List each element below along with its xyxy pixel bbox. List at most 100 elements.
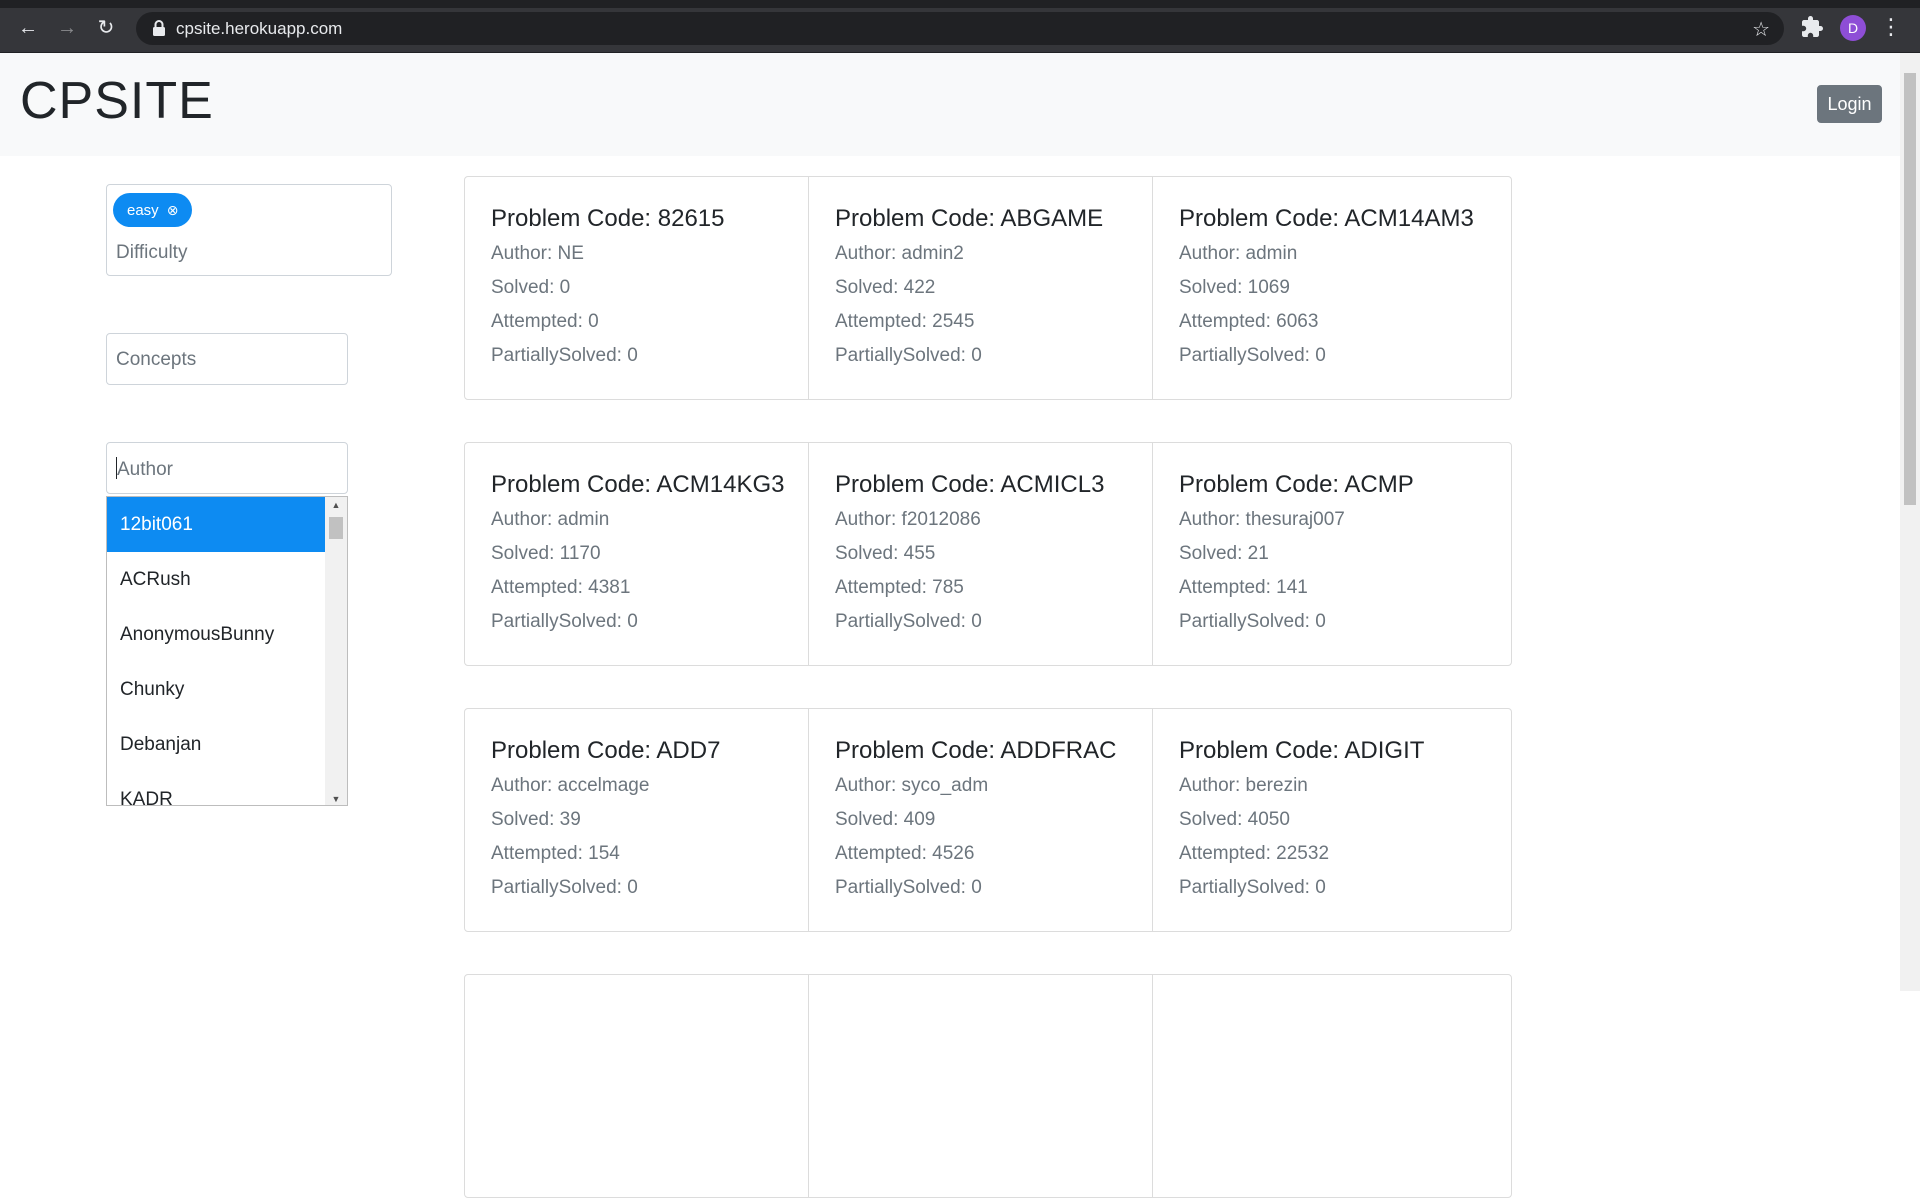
problem-card[interactable]: Problem Code: ADDFRAC Author: syco_adm Sol… (809, 709, 1153, 931)
problem-attempted: Attempted: 0 (491, 311, 808, 345)
problem-solved-label: Solved: (1179, 277, 1248, 298)
problem-code-title-label: Problem Code: (491, 205, 658, 232)
problem-card-partial[interactable] (1153, 975, 1511, 1197)
login-button[interactable]: Login (1817, 85, 1882, 123)
problem-card[interactable]: Problem Code: ADIGIT Author: berezin Solve… (1153, 709, 1511, 931)
problem-solved-value: 409 (903, 809, 936, 830)
problem-code-title-value: ABGAME (1000, 205, 1104, 232)
problem-partially-solved-label: PartiallySolved: (1179, 877, 1316, 898)
author-option[interactable]: KADR (107, 772, 325, 805)
dropdown-scrollbar[interactable]: ▲ ▼ (325, 497, 347, 805)
problem-solved-label: Solved: (491, 809, 560, 830)
author-option[interactable]: AnonymousBunny (107, 607, 325, 662)
problem-author-label: Author: (1179, 509, 1246, 530)
problem-author: Author: thesuraj007 (1179, 509, 1511, 543)
problem-author-value: NE (557, 243, 584, 264)
difficulty-filter[interactable]: easy ⊗ Difficulty (106, 184, 392, 276)
problem-attempted-value: 4381 (588, 577, 631, 598)
chip-close-icon[interactable]: ⊗ (167, 193, 179, 227)
menu-dots-icon[interactable]: ⋮ (1880, 13, 1902, 41)
author-input[interactable]: Author (106, 442, 348, 494)
difficulty-chip[interactable]: easy ⊗ (113, 193, 193, 227)
problem-code-title-label: Problem Code: (835, 737, 1001, 764)
problem-code-title-label: Problem Code: (1179, 471, 1345, 498)
problem-solved-value: 455 (903, 543, 936, 564)
problem-attempted-value: 785 (932, 577, 964, 598)
problem-partially-solved: PartiallySolved: 0 (1179, 345, 1511, 379)
problem-partially-solved-label: PartiallySolved: (491, 345, 628, 366)
problem-author: Author: admin2 (835, 243, 1152, 277)
site-brand[interactable]: CPSITE (20, 71, 214, 131)
problem-author-value: admin (557, 509, 610, 530)
scroll-up-icon[interactable]: ▲ (331, 500, 341, 510)
problem-author-label: Author: (1179, 243, 1246, 264)
problem-partially-solved: PartiallySolved: 0 (835, 611, 1152, 645)
problem-partially-solved-value: 0 (1315, 611, 1326, 632)
page-scrollbar-thumb[interactable] (1904, 73, 1916, 505)
author-option[interactable]: Chunky (107, 662, 325, 717)
problem-card[interactable]: Problem Code: 82615 Author: NE Solved: 0 At… (465, 177, 809, 399)
problem-partially-solved: PartiallySolved: 0 (835, 877, 1152, 911)
forward-icon[interactable]: → (53, 14, 81, 42)
problem-code-title: Problem Code: ABGAME (835, 205, 1152, 233)
problem-partially-solved-value: 0 (627, 345, 638, 366)
problem-partially-solved-value: 0 (971, 877, 982, 898)
problem-attempted-label: Attempted: (1179, 311, 1277, 332)
problem-card-partial[interactable] (465, 975, 809, 1197)
problem-partially-solved: PartiallySolved: 0 (491, 611, 808, 645)
problem-author-label: Author: (491, 243, 558, 264)
problem-partially-solved: PartiallySolved: 0 (835, 345, 1152, 379)
difficulty-chip-label: easy (127, 202, 159, 219)
problem-attempted-label: Attempted: (1179, 577, 1277, 598)
profile-avatar[interactable]: D (1840, 15, 1866, 41)
problem-code-title-label: Problem Code: (1179, 205, 1345, 232)
problem-code-title-label: Problem Code: (491, 471, 657, 498)
problem-attempted-label: Attempted: (491, 843, 589, 864)
problem-partially-solved: PartiallySolved: 0 (491, 345, 808, 379)
problem-attempted-label: Attempted: (491, 577, 589, 598)
concepts-filter[interactable]: Concepts (106, 333, 348, 385)
address-bar[interactable]: cpsite.herokuapp.com ☆ (136, 12, 1784, 45)
problem-card[interactable]: Problem Code: ACMICL3 Author: f2012086 Sol… (809, 443, 1153, 665)
problem-solved: Solved: 21 (1179, 543, 1511, 577)
card-row: Problem Code: 82615 Author: NE Solved: 0 At… (464, 176, 1512, 400)
problem-author-value: accelmage (557, 775, 650, 796)
problem-partially-solved-label: PartiallySolved: (491, 611, 628, 632)
card-row (464, 974, 1512, 1198)
problem-card[interactable]: Problem Code: ADD7 Author: accelmage Solve… (465, 709, 809, 931)
author-option[interactable]: 12bit061 (107, 497, 325, 552)
browser-toolbar: ← → ↻ cpsite.herokuapp.com ☆ D ⋮ (0, 0, 1920, 53)
problem-solved-value: 39 (559, 809, 581, 830)
problem-card[interactable]: Problem Code: ACM14AM3 Author: admin Solve… (1153, 177, 1511, 399)
problem-attempted: Attempted: 4381 (491, 577, 808, 611)
problem-author-label: Author: (835, 775, 902, 796)
dropdown-scrollbar-thumb[interactable] (329, 517, 343, 539)
url-text: cpsite.herokuapp.com (176, 19, 343, 38)
problem-partially-solved-value: 0 (627, 877, 638, 898)
problem-partially-solved-label: PartiallySolved: (1179, 345, 1316, 366)
problem-solved-value: 21 (1247, 543, 1269, 564)
problem-code-title-label: Problem Code: (491, 737, 657, 764)
page-scrollbar[interactable] (1900, 53, 1920, 991)
problem-card[interactable]: Problem Code: ABGAME Author: admin2 Solved… (809, 177, 1153, 399)
problem-author: Author: f2012086 (835, 509, 1152, 543)
extensions-icon[interactable] (1800, 15, 1824, 39)
problem-card[interactable]: Problem Code: ACM14KG3 Author: admin Solve… (465, 443, 809, 665)
bookmark-star-icon[interactable]: ☆ (1752, 17, 1770, 42)
author-dropdown[interactable]: 12bit061 ACRush AnonymousBunny Chunky De… (106, 496, 348, 806)
back-icon[interactable]: ← (14, 14, 42, 42)
problem-solved-value: 0 (559, 277, 571, 298)
problem-card[interactable]: Problem Code: ACMP Author: thesuraj007 Sol… (1153, 443, 1511, 665)
problem-solved: Solved: 4050 (1179, 809, 1511, 843)
problem-card-partial[interactable] (809, 975, 1153, 1197)
reload-icon[interactable]: ↻ (92, 14, 120, 42)
author-option[interactable]: Debanjan (107, 717, 325, 772)
problem-attempted-value: 141 (1276, 577, 1308, 598)
scroll-down-icon[interactable]: ▼ (331, 794, 341, 804)
problem-author: Author: admin (1179, 243, 1511, 277)
problem-solved-label: Solved: (1179, 543, 1248, 564)
problem-solved: Solved: 39 (491, 809, 808, 843)
problem-code-title: Problem Code: ACM14AM3 (1179, 205, 1511, 233)
author-option[interactable]: ACRush (107, 552, 325, 607)
problem-code-title: Problem Code: ADIGIT (1179, 737, 1511, 765)
